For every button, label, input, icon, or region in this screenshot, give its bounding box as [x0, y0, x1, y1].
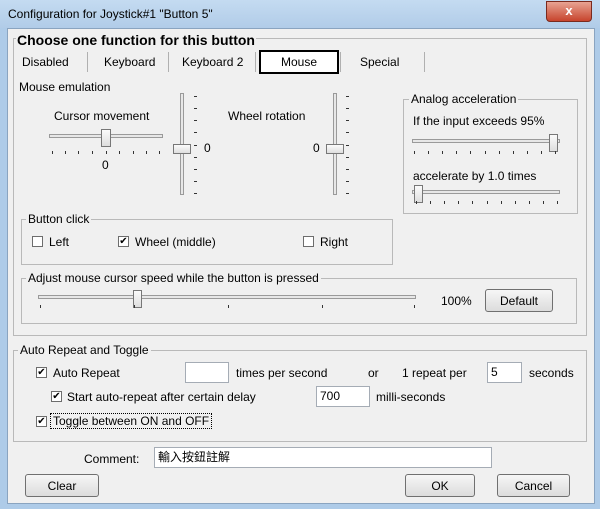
- accel-slider-track: [412, 190, 560, 194]
- delay-input[interactable]: 700: [316, 386, 370, 407]
- times-per-second-input[interactable]: [185, 362, 229, 383]
- window-title: Configuration for Joystick#1 "Button 5": [8, 7, 213, 21]
- cursor-h-ticks: [52, 151, 160, 155]
- wheel-value: 0: [313, 141, 320, 155]
- cursor-v-slider-thumb[interactable]: [173, 144, 191, 154]
- delay-unit-label: milli-seconds: [376, 390, 446, 404]
- mouse-emulation-label: Mouse emulation: [19, 80, 111, 94]
- tab-separator: [424, 52, 425, 72]
- speed-value: 100%: [441, 294, 472, 308]
- cursor-v-ticks: [194, 96, 198, 194]
- analog-acceleration-legend: Analog acceleration: [409, 92, 519, 106]
- close-button[interactable]: x: [546, 1, 592, 22]
- threshold-label: If the input exceeds 95%: [413, 114, 545, 128]
- comment-label: Comment:: [84, 452, 140, 466]
- check-icon: ✔: [37, 367, 46, 378]
- cursor-h-value: 0: [102, 158, 109, 172]
- wheel-middle-checkbox[interactable]: ✔: [118, 236, 129, 247]
- accel-label: accelerate by 1.0 times: [413, 169, 537, 183]
- threshold-ticks: [414, 151, 556, 155]
- right-label: Right: [320, 235, 349, 249]
- tab-separator: [340, 52, 341, 72]
- seconds-input[interactable]: 5: [487, 362, 522, 383]
- tab-separator: [87, 52, 88, 72]
- tab-disabled[interactable]: Disabled: [22, 52, 69, 72]
- speed-ticks: [40, 305, 416, 309]
- toggle-label: Toggle between ON and OFF: [50, 413, 213, 429]
- threshold-slider-track: [412, 139, 560, 143]
- delay-checkbox[interactable]: ✔: [51, 391, 62, 402]
- clear-button[interactable]: Clear: [25, 474, 99, 497]
- cursor-h-slider-thumb[interactable]: [101, 129, 111, 147]
- check-icon: ✔: [37, 416, 46, 427]
- close-icon: x: [565, 3, 573, 18]
- ok-button[interactable]: OK: [405, 474, 475, 497]
- left-label: Left: [49, 235, 70, 249]
- tab-mouse[interactable]: Mouse: [259, 50, 339, 74]
- button-click-legend: Button click: [26, 212, 92, 226]
- toggle-checkbox[interactable]: ✔: [36, 416, 47, 427]
- cursor-movement-label: Cursor movement: [54, 109, 150, 123]
- default-button[interactable]: Default: [485, 289, 553, 312]
- seconds-label: seconds: [529, 366, 574, 380]
- check-icon: ✔: [52, 391, 61, 402]
- function-heading: Choose one function for this button: [16, 32, 256, 48]
- check-icon: ✔: [119, 236, 128, 247]
- right-checkbox[interactable]: [303, 236, 314, 247]
- left-checkbox[interactable]: [32, 236, 43, 247]
- auto-repeat-checkbox[interactable]: ✔: [36, 367, 47, 378]
- threshold-slider-thumb[interactable]: [549, 134, 558, 152]
- speed-slider-track: [38, 295, 416, 299]
- or-label: or: [368, 366, 379, 380]
- wheel-rotation-label: Wheel rotation: [228, 109, 306, 123]
- tab-keyboard-2[interactable]: Keyboard 2: [182, 52, 243, 72]
- accel-ticks: [416, 201, 558, 205]
- wheel-slider-thumb[interactable]: [326, 144, 344, 154]
- tab-separator: [255, 52, 256, 72]
- speed-legend: Adjust mouse cursor speed while the butt…: [26, 271, 321, 285]
- wheel-ticks: [346, 96, 350, 194]
- tab-keyboard[interactable]: Keyboard: [104, 52, 155, 72]
- wheel-middle-label: Wheel (middle): [135, 235, 216, 249]
- tab-separator: [168, 52, 169, 72]
- auto-repeat-label: Auto Repeat: [53, 366, 120, 380]
- delay-label: Start auto-repeat after certain delay: [67, 390, 256, 404]
- times-per-second-label: times per second: [236, 366, 328, 380]
- cancel-button[interactable]: Cancel: [497, 474, 570, 497]
- repeat-per-label: 1 repeat per: [402, 366, 467, 380]
- auto-repeat-legend: Auto Repeat and Toggle: [18, 343, 151, 357]
- comment-input[interactable]: 輸入按鈕註解: [154, 447, 492, 468]
- cursor-v-value: 0: [204, 141, 211, 155]
- tab-special[interactable]: Special: [360, 52, 399, 72]
